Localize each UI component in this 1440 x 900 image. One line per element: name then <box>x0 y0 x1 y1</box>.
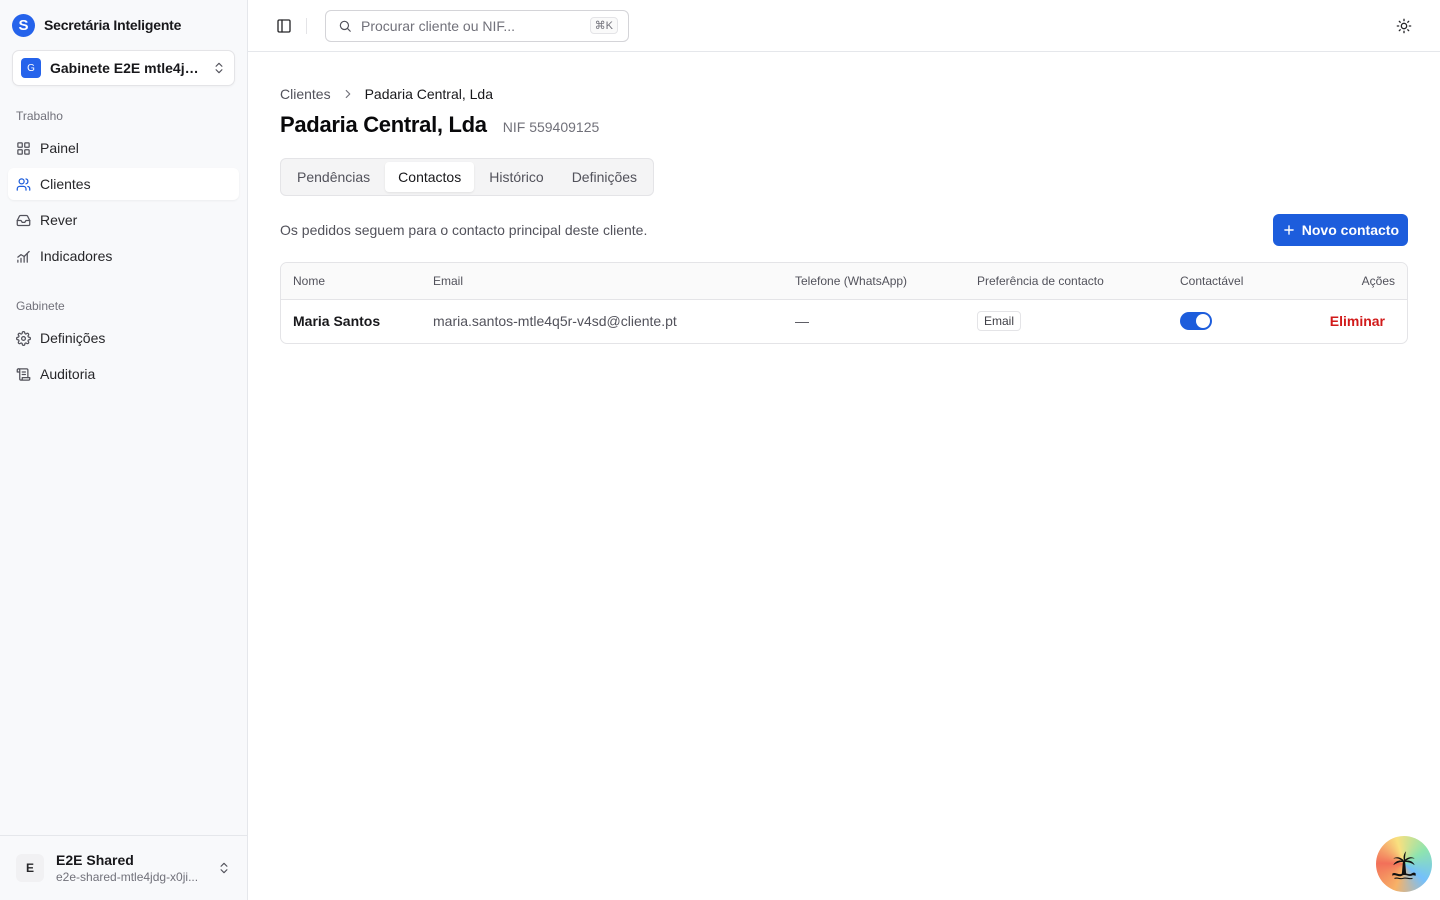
new-contact-button[interactable]: Novo contacto <box>1272 214 1408 246</box>
contact-preference-cell: Email <box>965 299 1168 343</box>
org-switcher[interactable]: G Gabinete E2E mtle4jd... <box>12 50 235 86</box>
breadcrumb-clientes[interactable]: Clientes <box>280 86 331 102</box>
search-box[interactable]: ⌘K <box>325 9 629 42</box>
sidebar-item-rever[interactable]: Rever <box>8 204 239 236</box>
brand[interactable]: S Secretária Inteligente <box>0 0 247 50</box>
sidebar: S Secretária Inteligente G Gabinete E2E … <box>0 0 248 900</box>
user-name: E2E Shared <box>56 852 134 868</box>
theme-toggle-button[interactable] <box>1390 12 1418 40</box>
tab-contactos[interactable]: Contactos <box>385 162 475 192</box>
chart-icon <box>17 250 30 263</box>
main: ⌘K Clientes Padaria Central, Lda Padaria… <box>248 0 1440 900</box>
contacts-toolbar: Os pedidos seguem para o contacto princi… <box>280 214 1408 246</box>
contact-phone: — <box>795 313 809 330</box>
topbar: ⌘K <box>248 0 1440 52</box>
tab-pendencias[interactable]: Pendências <box>284 162 383 192</box>
user-menu[interactable]: E E2E Shared e2e-shared-mtle4jdg-x0ji... <box>0 835 247 900</box>
column-header-preferencia: Preferência de contacto <box>977 273 1104 288</box>
brand-name: Secretária Inteligente <box>44 17 182 33</box>
sidebar-item-definicoes[interactable]: Definições <box>8 322 239 354</box>
nav-gabinete: Definições Auditoria <box>0 316 247 394</box>
title-row: Padaria Central, Lda NIF 559409125 <box>280 112 1408 138</box>
sidebar-item-label: Painel <box>40 140 79 156</box>
user-info: E2E Shared e2e-shared-mtle4jdg-x0ji... <box>56 851 205 885</box>
sidebar-item-label: Definições <box>40 330 106 346</box>
sidebar-item-indicadores[interactable]: Indicadores <box>8 240 239 272</box>
sidebar-toggle-icon <box>277 18 291 33</box>
breadcrumb: Clientes Padaria Central, Lda <box>280 84 1408 104</box>
contact-name: Maria Santos <box>293 313 381 330</box>
breadcrumb-current: Padaria Central, Lda <box>364 86 494 102</box>
chevrons-up-down-icon <box>220 862 228 874</box>
org-badge: G <box>21 58 41 78</box>
brand-logo: S <box>12 13 35 37</box>
nav-trabalho: Painel Clientes Rever Indicadores <box>0 126 247 276</box>
chevrons-up-down-icon <box>215 62 223 74</box>
tab-definicoes[interactable]: Definições <box>559 162 650 192</box>
assistant-launcher[interactable] <box>1376 836 1432 892</box>
sidebar-item-label: Clientes <box>40 176 91 192</box>
sun-icon <box>1396 18 1412 33</box>
contacts-table: Nome Email Telefone (WhatsApp) Preferênc… <box>280 262 1408 344</box>
preference-badge: Email <box>977 311 1022 332</box>
search-icon <box>339 20 351 32</box>
sidebar-item-label: Indicadores <box>40 248 113 264</box>
chevron-right-icon <box>345 89 350 99</box>
column-header-nome: Nome <box>293 273 326 288</box>
table-row: Maria Santos maria.santos-mtle4q5r-v4sd@… <box>281 299 1407 343</box>
nif-label: NIF 559409125 <box>502 119 600 135</box>
avatar: E <box>16 854 44 882</box>
column-header-email: Email <box>433 273 464 288</box>
column-header-telefone: Telefone (WhatsApp) <box>795 273 908 288</box>
gear-icon <box>16 330 31 346</box>
page-title: Padaria Central, Lda <box>280 112 487 137</box>
sidebar-item-clientes[interactable]: Clientes <box>8 168 239 200</box>
section-label-trabalho: Trabalho <box>16 109 63 123</box>
shortcut-badge: ⌘K <box>589 17 618 34</box>
app-root: S Secretária Inteligente G Gabinete E2E … <box>0 0 1440 900</box>
tab-historico[interactable]: Histórico <box>476 162 556 192</box>
scroll-icon <box>16 367 31 381</box>
column-header-acoes: Ações <box>1361 273 1395 288</box>
contactable-cell <box>1168 299 1288 343</box>
column-header-contactavel: Contactável <box>1180 273 1244 288</box>
sidebar-item-label: Auditoria <box>40 366 96 382</box>
divider <box>306 17 307 34</box>
delete-contact-button[interactable]: Eliminar <box>1330 313 1385 329</box>
search-input[interactable] <box>361 17 581 34</box>
sidebar-item-label: Rever <box>40 212 78 228</box>
inbox-icon <box>16 214 31 226</box>
sidebar-item-painel[interactable]: Painel <box>8 132 239 164</box>
plus-icon <box>1283 225 1294 235</box>
users-icon <box>16 177 31 191</box>
actions-cell: Eliminar <box>1288 299 1407 343</box>
new-contact-label: Novo contacto <box>1301 222 1399 238</box>
user-email: e2e-shared-mtle4jdg-x0ji... <box>56 870 199 884</box>
sidebar-item-auditoria[interactable]: Auditoria <box>8 358 239 390</box>
contacts-info-text: Os pedidos seguem para o contacto princi… <box>280 222 648 238</box>
palm-island-icon <box>1392 851 1416 880</box>
content: Clientes Padaria Central, Lda Padaria Ce… <box>248 52 1440 344</box>
contact-email: maria.santos-mtle4q5r-v4sd@cliente.pt <box>433 313 677 330</box>
table-header-row: Nome Email Telefone (WhatsApp) Preferênc… <box>281 263 1407 299</box>
grid-icon <box>17 141 30 155</box>
toggle-sidebar-button[interactable] <box>270 12 298 40</box>
org-name: Gabinete E2E mtle4jd... <box>50 60 203 76</box>
contactable-toggle[interactable] <box>1180 312 1212 331</box>
tabs: Pendências Contactos Histórico Definiçõe… <box>280 158 655 196</box>
section-label-gabinete: Gabinete <box>16 299 65 313</box>
